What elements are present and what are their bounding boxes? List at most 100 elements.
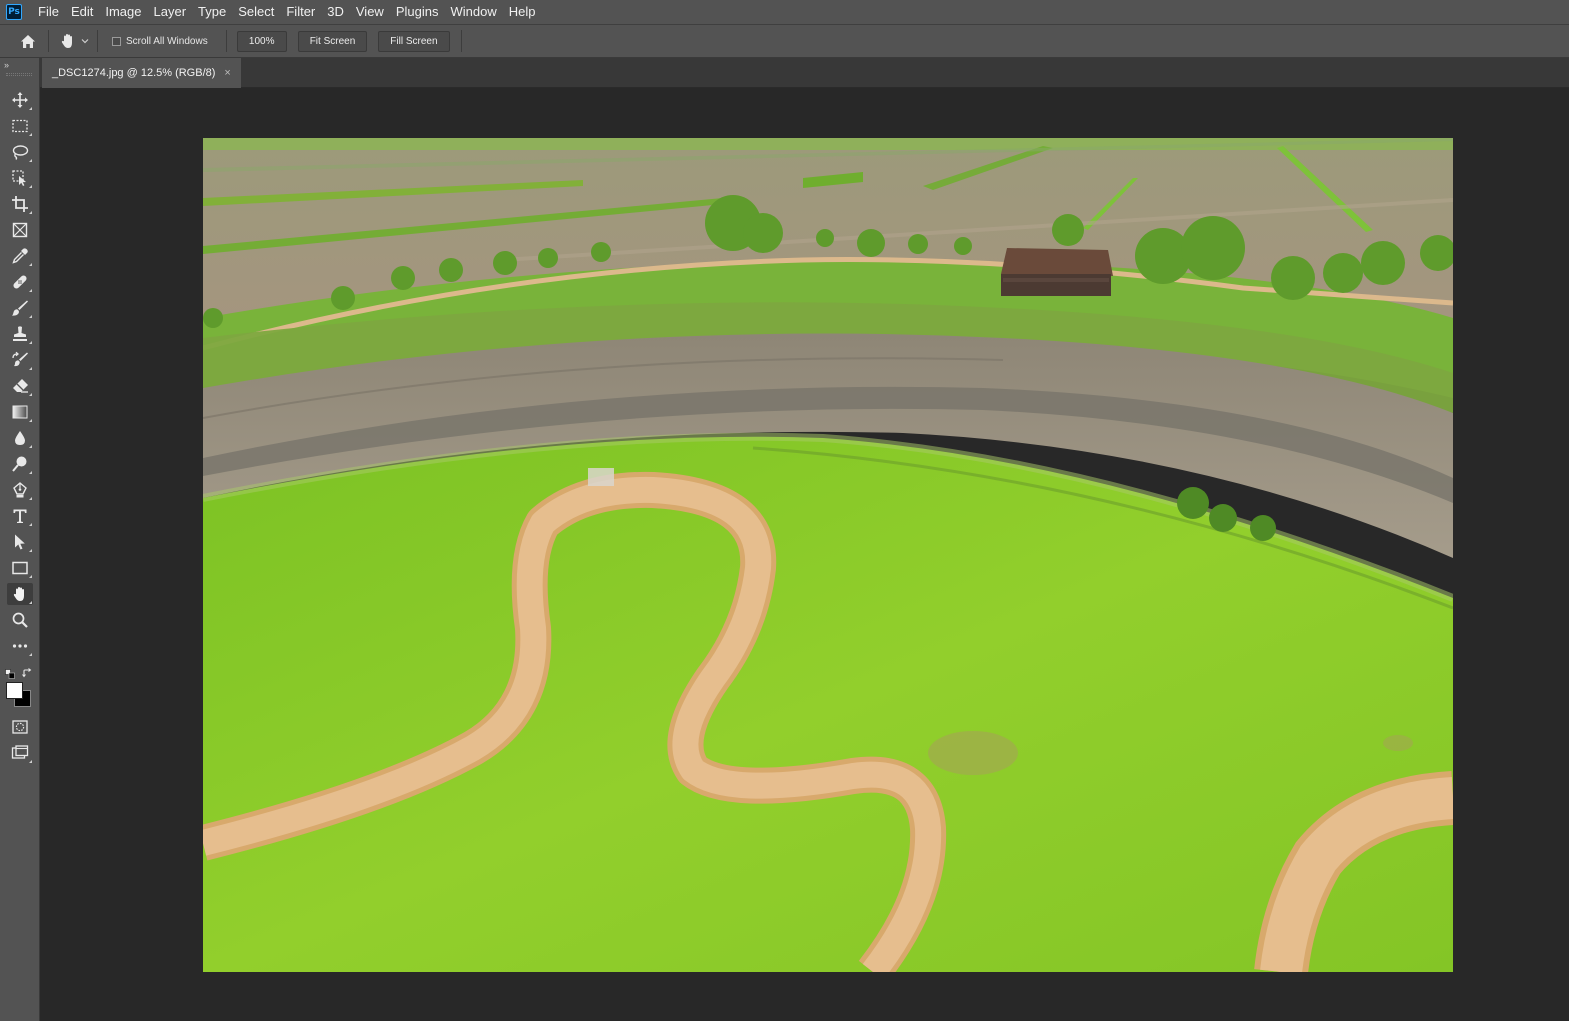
gradient-icon xyxy=(12,405,28,419)
dodge-tool[interactable] xyxy=(7,453,33,475)
rectangle-tool[interactable] xyxy=(7,557,33,579)
document-tab-title: _DSC1274.jpg @ 12.5% (RGB/8) xyxy=(52,67,216,79)
quick-mask-button[interactable] xyxy=(7,716,33,738)
quick-mask-icon xyxy=(12,720,28,734)
sign xyxy=(588,468,614,486)
menu-layer[interactable]: Layer xyxy=(148,0,193,24)
marquee-icon xyxy=(12,119,28,133)
document-canvas[interactable] xyxy=(203,138,1453,972)
options-separator xyxy=(225,30,227,52)
brush-icon xyxy=(12,300,28,316)
foreground-color-swatch[interactable] xyxy=(6,682,23,699)
color-swatches xyxy=(0,662,40,712)
close-icon[interactable]: × xyxy=(224,67,230,79)
eraser-icon xyxy=(13,379,28,393)
menu-view[interactable]: View xyxy=(350,0,390,24)
tool-flyout-indicator xyxy=(29,107,32,110)
tool-flyout-indicator xyxy=(29,497,32,500)
spot-healing-brush-tool[interactable] xyxy=(7,271,33,293)
crop-tool[interactable] xyxy=(7,193,33,215)
move-tool[interactable] xyxy=(7,89,33,111)
gradient-tool[interactable] xyxy=(7,401,33,423)
chevron-down-icon xyxy=(81,37,89,45)
tools-panel: » xyxy=(0,58,40,1021)
collapse-panel-icon[interactable]: » xyxy=(4,60,9,70)
eraser-tool[interactable] xyxy=(7,375,33,397)
menu-plugins[interactable]: Plugins xyxy=(390,0,445,24)
menu-window[interactable]: Window xyxy=(444,0,502,24)
tool-flyout-indicator xyxy=(29,367,32,370)
crop-icon xyxy=(12,196,28,212)
canvas-workspace[interactable] xyxy=(41,88,1569,1021)
lasso-tool[interactable] xyxy=(7,141,33,163)
frame-tool[interactable] xyxy=(7,219,33,241)
hand-icon xyxy=(13,587,24,601)
lasso-icon xyxy=(12,145,29,160)
tool-flyout-indicator xyxy=(29,760,32,763)
edit-toolbar-button[interactable] xyxy=(7,635,33,657)
hand-icon xyxy=(61,34,72,48)
screen-mode-button[interactable] xyxy=(7,742,33,764)
tool-flyout-indicator xyxy=(29,211,32,214)
tool-flyout-indicator xyxy=(29,445,32,448)
tool-flyout-indicator xyxy=(29,575,32,578)
object-selection-tool[interactable] xyxy=(7,167,33,189)
healing-bandage-icon xyxy=(13,275,27,289)
menu-edit[interactable]: Edit xyxy=(65,0,99,24)
options-separator xyxy=(97,30,98,52)
default-colors-icon[interactable] xyxy=(5,666,15,679)
swap-colors-icon[interactable] xyxy=(22,665,32,678)
clone-stamp-tool[interactable] xyxy=(7,323,33,345)
panel-grip[interactable] xyxy=(6,73,32,76)
home-icon xyxy=(21,34,35,48)
bare-patch xyxy=(1383,735,1413,751)
tool-preset-picker[interactable] xyxy=(59,32,89,50)
hand-tool[interactable] xyxy=(7,583,33,605)
move-icon xyxy=(12,92,28,108)
zoom-100-button[interactable]: 100% xyxy=(236,30,287,52)
menu-select[interactable]: Select xyxy=(232,0,280,24)
pen-tool[interactable] xyxy=(7,479,33,501)
tool-flyout-indicator xyxy=(29,523,32,526)
fill-screen-button[interactable]: Fill Screen xyxy=(378,30,450,52)
home-button[interactable] xyxy=(16,29,40,53)
scroll-all-windows-checkbox[interactable]: Scroll All Windows xyxy=(112,36,208,47)
tool-flyout-indicator xyxy=(29,159,32,162)
document-tab-bar: _DSC1274.jpg @ 12.5% (RGB/8) × xyxy=(40,58,1569,88)
eyedropper-icon xyxy=(12,248,28,264)
tool-flyout-indicator xyxy=(29,133,32,136)
barn xyxy=(1001,248,1113,296)
rectangular-marquee-tool[interactable] xyxy=(7,115,33,137)
tool-flyout-indicator xyxy=(29,263,32,266)
tool-flyout-indicator xyxy=(29,315,32,318)
menu-filter[interactable]: Filter xyxy=(280,0,321,24)
menu-type[interactable]: Type xyxy=(192,0,232,24)
brush-tool[interactable] xyxy=(7,297,33,319)
blur-tool[interactable] xyxy=(7,427,33,449)
menu-file[interactable]: File xyxy=(32,0,65,24)
fit-screen-button[interactable]: Fit Screen xyxy=(297,30,368,52)
scroll-all-windows-label: Scroll All Windows xyxy=(126,35,208,47)
type-tool[interactable] xyxy=(7,505,33,527)
options-bar: Scroll All Windows 100% Fit Screen Fill … xyxy=(0,24,1569,58)
photoshop-logo-icon[interactable]: Ps xyxy=(6,4,22,20)
tool-flyout-indicator xyxy=(29,289,32,292)
path-selection-tool[interactable] xyxy=(7,531,33,553)
rectangle-icon xyxy=(12,561,28,575)
tool-flyout-indicator xyxy=(29,653,32,656)
document-tab[interactable]: _DSC1274.jpg @ 12.5% (RGB/8) × xyxy=(42,58,241,88)
tool-flyout-indicator xyxy=(29,393,32,396)
tool-flyout-indicator xyxy=(29,601,32,604)
zoom-magnifier-icon xyxy=(12,612,28,628)
menu-help[interactable]: Help xyxy=(503,0,542,24)
menu-3d[interactable]: 3D xyxy=(321,0,350,24)
tool-flyout-indicator xyxy=(29,471,32,474)
menu-image[interactable]: Image xyxy=(99,0,147,24)
type-t-icon xyxy=(13,509,27,523)
eyedropper-tool[interactable] xyxy=(7,245,33,267)
frame-icon xyxy=(12,222,28,238)
checkbox-box[interactable] xyxy=(112,36,121,46)
zoom-tool[interactable] xyxy=(7,609,33,631)
more-dots-icon xyxy=(12,644,28,648)
history-brush-tool[interactable] xyxy=(7,349,33,371)
